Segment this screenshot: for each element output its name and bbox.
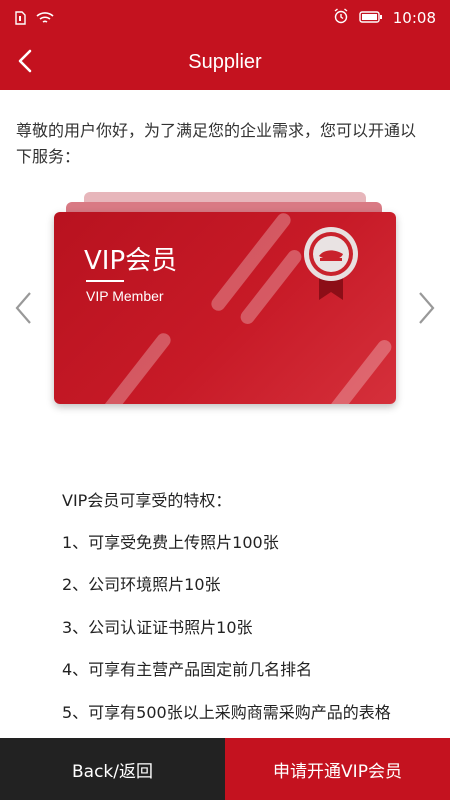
alarm-icon: [333, 8, 349, 28]
card-decoration: [327, 337, 395, 404]
chevron-right-icon: [418, 291, 436, 329]
status-time: 10:08: [392, 9, 436, 27]
sim-card-icon: [14, 10, 26, 29]
vip-member-card[interactable]: VIP会员 VIP Member: [54, 212, 396, 404]
apply-vip-button[interactable]: 申请开通VIP会员: [225, 738, 450, 800]
back-return-button[interactable]: Back/返回: [0, 738, 225, 800]
privilege-item: 4、可享有主营产品固定前几名排名: [62, 660, 313, 679]
privilege-item: 5、可享有500张以上采购商需采购产品的表格: [62, 703, 391, 722]
battery-icon: [359, 9, 383, 27]
card-decoration: [88, 330, 174, 404]
chevron-left-icon: [14, 291, 32, 329]
vip-card-carousel[interactable]: VIP会员 VIP Member: [50, 190, 400, 410]
intro-text: 尊敬的用户你好，为了满足您的企业需求，您可以开通以 下服务：: [16, 121, 417, 166]
top-app-bar: Supplier: [0, 36, 450, 90]
privilege-item: 2、公司环境照片10张: [62, 575, 221, 594]
privilege-item: 3、公司认证证书照片10张: [62, 618, 253, 637]
wifi-icon: [36, 10, 54, 29]
privileges-heading: VIP会员可享受的特权：: [62, 491, 232, 510]
card-title: VIP会员: [84, 246, 178, 276]
previous-card-button[interactable]: [8, 290, 38, 330]
member-badge-icon: [302, 224, 360, 304]
status-bar: 10:08: [0, 0, 450, 36]
card-divider: [86, 280, 124, 282]
next-card-button[interactable]: [412, 290, 442, 330]
bottom-action-bar: Back/返回 申请开通VIP会员: [0, 738, 450, 800]
page-title: Supplier: [188, 51, 262, 73]
privilege-item: 1、可享受免费上传照片100张: [62, 533, 279, 552]
card-subtitle: VIP Member: [86, 288, 164, 304]
